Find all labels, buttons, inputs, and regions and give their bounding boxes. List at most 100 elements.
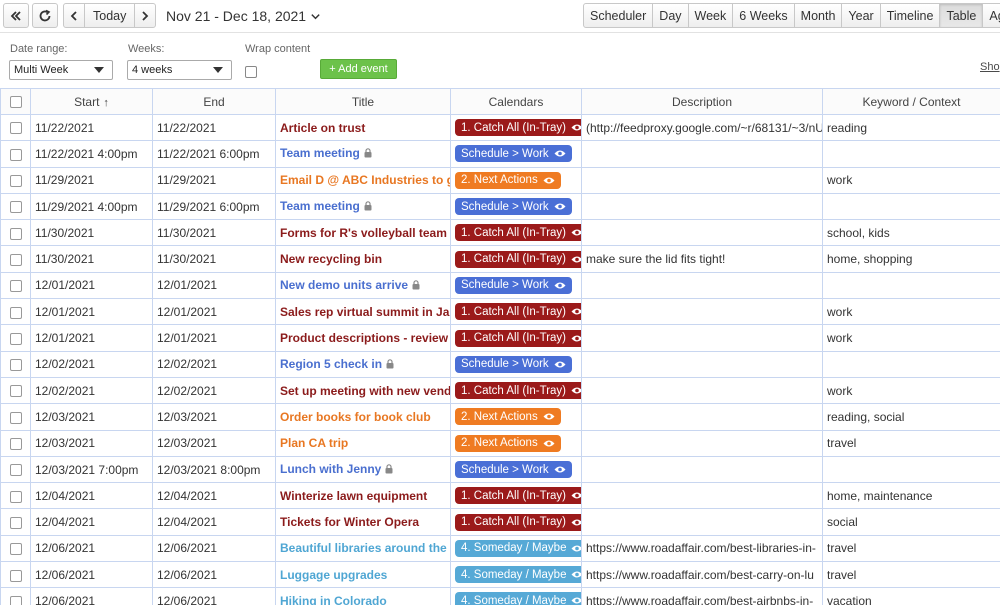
calendar-badge[interactable]: 1. Catch All (In-Tray) — [455, 250, 581, 268]
view-button-agen[interactable]: Agen — [982, 3, 1000, 28]
eye-icon[interactable] — [543, 176, 555, 185]
row-checkbox[interactable] — [9, 569, 22, 582]
calendar-badge[interactable]: 1. Catch All (In-Tray) — [455, 224, 581, 242]
table-row[interactable]: 11/22/2021 11/22/2021 Article on trust 1. C… — [0, 113, 1000, 142]
title-cell[interactable]: Tickets for Winter Opera — [275, 508, 451, 536]
table-row[interactable]: 12/04/2021 12/04/2021 Winterize lawn equip… — [0, 482, 1000, 510]
title-cell[interactable]: Forms for R's volleyball team — [275, 219, 451, 247]
view-button-timeline[interactable]: Timeline — [879, 3, 941, 28]
table-row[interactable]: 12/01/2021 12/01/2021 Sales rep virtual su… — [0, 298, 1000, 326]
title-cell[interactable]: Sales rep virtual summit in Janu — [275, 298, 451, 326]
eye-icon[interactable] — [554, 281, 566, 290]
show-link[interactable]: Sho — [980, 61, 1000, 73]
row-checkbox[interactable] — [9, 227, 22, 240]
column-header-end[interactable]: End — [152, 88, 276, 115]
title-cell[interactable]: Hiking in Colorado — [275, 587, 451, 605]
table-row[interactable]: 12/03/2021 12/03/2021 Order books for book… — [0, 403, 1000, 431]
row-checkbox[interactable] — [9, 490, 22, 503]
calendar-badge[interactable]: 4. Someday / Maybe — [455, 539, 581, 557]
eye-icon[interactable] — [571, 255, 581, 264]
select-all-checkbox[interactable] — [9, 96, 22, 109]
title-cell[interactable]: Email D @ ABC Industries to get — [275, 166, 451, 194]
eye-icon[interactable] — [571, 518, 581, 527]
title-cell[interactable]: New demo units arrive — [275, 271, 451, 300]
row-checkbox[interactable] — [9, 464, 22, 477]
calendar-badge[interactable]: 4. Someday / Maybe — [455, 592, 581, 605]
previous-button[interactable] — [63, 3, 85, 28]
column-header-start[interactable]: Start ↑ — [30, 88, 153, 115]
row-checkbox[interactable] — [9, 543, 22, 556]
row-checkbox[interactable] — [9, 438, 22, 451]
view-button-6-weeks[interactable]: 6 Weeks — [732, 3, 795, 28]
table-row[interactable]: 12/03/2021 7:00pm 12/03/2021 8:00pm Lunch … — [0, 455, 1000, 484]
eye-icon[interactable] — [571, 307, 581, 316]
calendar-badge[interactable]: 2. Next Actions — [455, 408, 561, 426]
eye-icon[interactable] — [571, 544, 581, 553]
eye-icon[interactable] — [554, 149, 566, 158]
row-checkbox[interactable] — [9, 359, 22, 372]
table-row[interactable]: 11/30/2021 11/30/2021 Forms for R's volley… — [0, 219, 1000, 247]
date-range-title[interactable]: Nov 21 - Dec 18, 2021 — [166, 8, 321, 24]
jump-back-button[interactable] — [3, 3, 29, 28]
calendar-badge[interactable]: 1. Catch All (In-Tray) — [455, 303, 581, 321]
row-checkbox[interactable] — [9, 306, 22, 319]
title-cell[interactable]: Beautiful libraries around the w — [275, 534, 451, 563]
column-header-keyword[interactable]: Keyword / Context — [822, 88, 1000, 115]
table-row[interactable]: 12/02/2021 12/02/2021 Region 5 check in Sch… — [0, 350, 1000, 378]
next-button[interactable] — [134, 3, 157, 28]
calendar-badge[interactable]: Schedule > Work — [455, 461, 572, 478]
row-checkbox[interactable] — [9, 122, 22, 135]
row-checkbox[interactable] — [9, 148, 22, 161]
table-row[interactable]: 11/29/2021 11/29/2021 Email D @ ABC Indust… — [0, 166, 1000, 194]
weeks-select[interactable]: 4 weeks — [127, 60, 232, 80]
eye-icon[interactable] — [543, 412, 555, 421]
eye-icon[interactable] — [571, 386, 581, 395]
eye-icon[interactable] — [554, 360, 566, 369]
table-row[interactable]: 12/04/2021 12/04/2021 Tickets for Winter O… — [0, 508, 1000, 536]
today-button[interactable]: Today — [84, 3, 136, 28]
title-cell[interactable]: Lunch with Jenny — [275, 455, 451, 484]
eye-icon[interactable] — [571, 334, 581, 343]
title-cell[interactable]: Order books for book club — [275, 403, 451, 431]
calendar-badge[interactable]: Schedule > Work — [455, 355, 572, 373]
table-row[interactable]: 12/06/2021 12/06/2021 Beautiful libraries … — [0, 534, 1000, 563]
calendar-badge[interactable]: Schedule > Work — [455, 198, 572, 216]
calendar-badge[interactable]: 2. Next Actions — [455, 434, 561, 452]
table-row[interactable]: 12/02/2021 12/02/2021 Set up meeting with … — [0, 376, 1000, 405]
row-checkbox[interactable] — [9, 253, 22, 266]
column-header-calendars[interactable]: Calendars — [450, 88, 582, 115]
calendar-badge[interactable]: Schedule > Work — [455, 145, 572, 163]
table-row[interactable]: 11/29/2021 4:00pm 11/29/2021 6:00pm Team m… — [0, 192, 1000, 221]
row-checkbox[interactable] — [9, 385, 22, 398]
view-button-scheduler[interactable]: Scheduler — [583, 3, 654, 28]
eye-icon[interactable] — [571, 491, 581, 500]
row-checkbox[interactable] — [9, 595, 22, 605]
add-event-button[interactable]: + Add event — [320, 59, 397, 79]
calendar-badge[interactable]: 4. Someday / Maybe — [455, 566, 581, 584]
view-button-week[interactable]: Week — [687, 3, 734, 28]
date-range-select[interactable]: Multi Week — [9, 60, 113, 80]
wrap-content-checkbox[interactable] — [245, 66, 257, 78]
table-row[interactable]: 12/06/2021 12/06/2021 Luggage upgrades 4. S… — [0, 561, 1000, 589]
eye-icon[interactable] — [571, 596, 581, 605]
view-button-table[interactable]: Table — [939, 3, 984, 28]
table-row[interactable]: 11/30/2021 11/30/2021 New recycling bin 1. … — [0, 245, 1000, 273]
row-checkbox[interactable] — [9, 280, 22, 293]
title-cell[interactable]: Luggage upgrades — [275, 561, 451, 589]
title-cell[interactable]: Team meeting — [275, 192, 451, 221]
row-checkbox[interactable] — [9, 332, 22, 345]
title-cell[interactable]: Winterize lawn equipment — [275, 482, 451, 510]
eye-icon[interactable] — [571, 228, 581, 237]
eye-icon[interactable] — [543, 439, 555, 448]
row-checkbox[interactable] — [9, 411, 22, 424]
eye-icon[interactable] — [554, 202, 566, 211]
view-button-year[interactable]: Year — [841, 3, 881, 28]
table-row[interactable]: 12/01/2021 12/01/2021 New demo units arriv… — [0, 271, 1000, 300]
row-checkbox[interactable] — [9, 516, 22, 529]
eye-icon[interactable] — [554, 465, 566, 474]
calendar-badge[interactable]: 2. Next Actions — [455, 171, 561, 189]
row-checkbox[interactable] — [9, 201, 22, 214]
title-cell[interactable]: New recycling bin — [275, 245, 451, 273]
title-cell[interactable]: Product descriptions - review fi — [275, 324, 451, 352]
calendar-badge[interactable]: 1. Catch All (In-Tray) — [455, 513, 581, 531]
